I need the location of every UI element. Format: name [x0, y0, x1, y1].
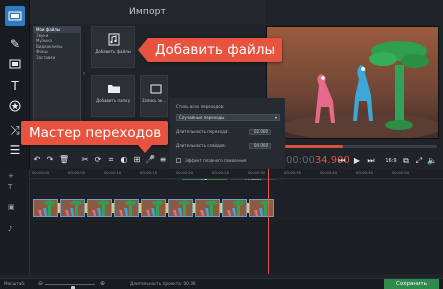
ruler-tick-label: 00:00:05	[68, 170, 86, 175]
zoom-in-icon[interactable]: ⊕	[100, 280, 105, 287]
text-track-icon[interactable]: T	[8, 183, 12, 191]
transition-style-label: Стиль всех переходов:	[176, 104, 225, 109]
ruler-tick-label: 00:00:00	[32, 170, 50, 175]
transition-duration-input[interactable]: 02.000	[249, 129, 271, 135]
stickers-icon[interactable]	[5, 96, 25, 116]
add-track-icon[interactable]: +	[8, 172, 14, 180]
timecode-dim-part: 00:00	[286, 155, 315, 166]
detach-icon[interactable]: ⧉	[401, 156, 411, 166]
audio-icon[interactable]: 🎤	[145, 154, 155, 166]
ruler-tick-label: 00:00:40	[320, 170, 338, 175]
ruler-tick-label: 00:00:35	[284, 170, 302, 175]
volume-icon[interactable]: 🔈	[427, 156, 437, 166]
transition-style-value: Случайные переходы	[179, 115, 225, 120]
fade-in-checkbox[interactable]	[176, 158, 181, 163]
import-icon[interactable]	[5, 6, 25, 26]
slide-duration-input[interactable]: 04.000	[249, 143, 271, 149]
audio-track[interactable]	[30, 220, 443, 274]
category-list: Мои файлы Звуки Музыка Видеоклипы Фоны З…	[33, 26, 81, 122]
previous-frame-icon[interactable]: ⏮	[337, 156, 347, 166]
text-track[interactable]	[30, 180, 443, 196]
video-track-icon[interactable]: ▣	[8, 203, 15, 211]
add-files-label: Добавить файлы	[95, 49, 131, 54]
ruler-tick-label: 00:00:10	[104, 170, 122, 175]
panel-splitter[interactable]: ‹	[81, 26, 87, 122]
video-preview	[266, 26, 439, 139]
zoom-slider[interactable]	[45, 284, 95, 289]
properties-icon[interactable]: ≡	[158, 154, 168, 166]
add-files-callout-arrow	[138, 38, 148, 62]
filters-icon[interactable]	[5, 54, 25, 74]
chevron-left-icon[interactable]: ‹	[81, 70, 87, 77]
music-file-icon	[106, 33, 121, 46]
ruler-tick-label: 00:00:30	[248, 170, 266, 175]
video-clip[interactable]	[87, 199, 112, 217]
transition-duration-label: Длительность перехода:	[176, 129, 229, 134]
fade-in-label: Эффект плавного появления	[185, 158, 247, 163]
scale-label: Масштаб:	[4, 281, 26, 286]
magic-wand-icon[interactable]: ✎	[5, 34, 25, 54]
delete-icon[interactable]: 🗑	[59, 154, 69, 166]
undo-icon[interactable]: ↶	[32, 154, 42, 166]
ruler-tick-label: 00:00:25	[212, 170, 230, 175]
folder-icon	[106, 82, 121, 95]
rotate-icon[interactable]: ⟳	[93, 154, 103, 166]
record-tile[interactable]: Запись эк...	[140, 75, 168, 117]
track-controls: + T ▣ ♪	[0, 169, 30, 274]
record-icon	[148, 82, 163, 95]
chevron-down-icon: ▾	[274, 115, 277, 120]
ruler-tick-label: 00:00:20	[176, 170, 194, 175]
project-duration: Длительность проекта: 00:36	[130, 281, 196, 286]
record-label: Запись эк...	[141, 98, 167, 103]
ruler-tick-label: 00:00:50	[392, 170, 410, 175]
video-clip[interactable]	[249, 199, 274, 217]
playback-progress-bar[interactable]	[285, 145, 437, 148]
transition-wizard-callout: Мастер переходов	[21, 121, 169, 145]
video-clip[interactable]	[141, 199, 166, 217]
add-files-callout: Добавить файлы	[147, 38, 283, 62]
import-panel-title: Импорт	[30, 0, 265, 24]
transition-wizard-callout-arrow	[138, 145, 152, 153]
zoom-out-icon[interactable]: ⊖	[38, 280, 43, 287]
add-files-tile[interactable]: Добавить файлы	[91, 26, 135, 68]
video-editor-window: ✎ T ⤨ ☰ Импорт Мои файлы Звуки Музыка Ви…	[0, 0, 443, 289]
ruler-tick-label: 00:00:45	[356, 170, 374, 175]
status-bar: Масштаб: ⊖ ⊕ Длительность проекта: 00:36…	[0, 278, 443, 289]
video-clip[interactable]	[168, 199, 193, 217]
cut-icon[interactable]: ✂	[80, 154, 90, 166]
transition-style-select[interactable]: Случайные переходы ▾	[176, 114, 280, 121]
timeline-ruler[interactable]: 00:00:00 00:00:05 00:00:10 00:00:15 00:00:20…	[30, 169, 443, 179]
color-adjust-icon[interactable]: ◐	[119, 154, 129, 166]
video-clip[interactable]	[222, 199, 247, 217]
video-clip[interactable]	[195, 199, 220, 217]
crop-icon[interactable]: ⌗	[106, 154, 116, 166]
aspect-ratio-button[interactable]: 16:9	[384, 156, 398, 166]
preview-scene-image	[267, 27, 438, 138]
titles-icon[interactable]: T	[5, 76, 25, 96]
video-clip[interactable]	[33, 199, 58, 217]
transition-wizard-icon[interactable]: ⊞	[132, 154, 142, 166]
video-clip[interactable]	[114, 199, 139, 217]
playhead[interactable]	[268, 169, 269, 274]
save-button[interactable]: Сохранить	[384, 279, 439, 289]
redo-icon[interactable]: ↷	[45, 154, 55, 166]
play-icon[interactable]: ▶	[352, 156, 362, 166]
ruler-tick-label: 00:00:15	[140, 170, 158, 175]
video-clip[interactable]	[60, 199, 85, 217]
playback-progress-fill	[285, 145, 343, 148]
slide-duration-label: Длительность слайдов:	[176, 143, 226, 148]
audio-track-icon[interactable]: ♪	[8, 225, 12, 233]
category-intros[interactable]: Заставки	[34, 55, 80, 61]
add-folder-label: Добавить папку	[96, 98, 130, 103]
edit-toolbar: ↶ ↷ 🗑 ✂ ⟳ ⌗ ◐ ⊞ 🎤 ≡	[30, 152, 170, 168]
add-folder-tile[interactable]: Добавить папку	[91, 75, 135, 117]
fullscreen-icon[interactable]: ⤢	[414, 156, 424, 166]
next-frame-icon[interactable]: ⏭	[366, 156, 376, 166]
